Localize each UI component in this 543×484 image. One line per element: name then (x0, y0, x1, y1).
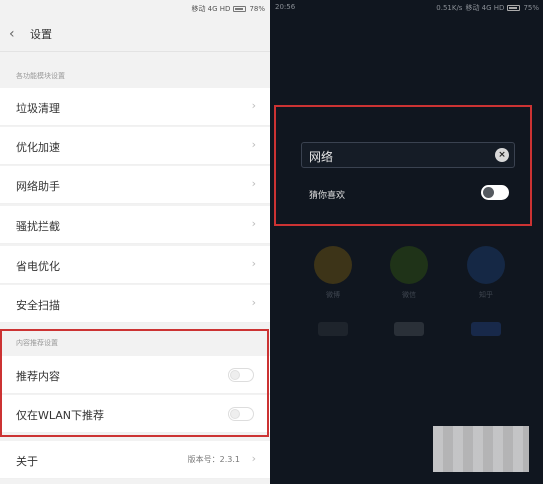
app-icon[interactable] (394, 322, 424, 336)
settings-item-label: 省电优化 (16, 260, 60, 273)
chevron-right-icon: › (251, 99, 256, 112)
mosaic-watermark (433, 426, 529, 472)
zhihu-icon[interactable] (467, 246, 505, 284)
header-bar: ‹ 设置 (0, 16, 270, 52)
app-icon[interactable] (318, 322, 348, 336)
settings-item-power[interactable]: 省电优化 › (0, 246, 270, 284)
chevron-right-icon: › (251, 177, 256, 190)
app-label: 微博 (326, 291, 340, 299)
settings-item-network[interactable]: 网络助手 › (0, 166, 270, 204)
settings-item-scan[interactable]: 安全扫描 › (0, 285, 270, 323)
time-text: 20:56 (275, 3, 296, 11)
settings-item-about[interactable]: 关于 版本号：2.3.1 › (0, 441, 270, 479)
chevron-right-icon: › (251, 452, 256, 465)
battery-text: 75% (523, 4, 539, 12)
guess-toggle[interactable] (481, 185, 509, 200)
settings-item-speedup[interactable]: 优化加速 › (0, 127, 270, 165)
settings-item-label: 安全扫描 (16, 299, 60, 312)
chevron-right-icon: › (251, 257, 256, 270)
settings-item-block[interactable]: 骚扰拦截 › (0, 206, 270, 244)
section-label-modules: 各功能模块设置 (16, 72, 65, 80)
wechat-icon[interactable] (390, 246, 428, 284)
search-value: 网络 (309, 150, 334, 164)
battery-icon (233, 6, 247, 12)
about-label: 关于 (16, 455, 38, 468)
chevron-right-icon: › (251, 138, 256, 151)
weibo-icon[interactable] (314, 246, 352, 284)
carrier-text: 移动 4G HD (191, 5, 231, 13)
settings-item-label: 骚扰拦截 (16, 220, 60, 233)
settings-item-label: 垃圾清理 (16, 102, 60, 115)
clear-icon[interactable]: × (495, 148, 509, 162)
search-screen: 20:56 0.51K/s 移动 4G HD 75% 微博 微信 知乎 (270, 0, 543, 484)
app-label: 微信 (402, 291, 416, 299)
settings-item-cleanup[interactable]: 垃圾清理 › (0, 88, 270, 126)
battery-text: 78% (249, 5, 265, 13)
chevron-right-icon: › (251, 217, 256, 230)
battery-icon (507, 5, 521, 11)
highlight-box (0, 329, 269, 437)
guess-label: 猜你喜欢 (309, 191, 346, 201)
settings-item-label: 网络助手 (16, 180, 60, 193)
app-grid: 微博 微信 知乎 (270, 240, 543, 340)
version-text: 版本号：2.3.1 (187, 455, 240, 464)
back-icon[interactable]: ‹ (9, 26, 23, 42)
status-bar-dark: 20:56 0.51K/s 移动 4G HD 75% (270, 0, 543, 14)
page-title: 设置 (30, 28, 52, 41)
carrier-text: 移动 4G HD (465, 4, 505, 12)
search-input[interactable]: 网络 × (301, 142, 515, 168)
chevron-right-icon: › (251, 296, 256, 309)
toggle-knob (483, 187, 494, 198)
app-label: 知乎 (479, 291, 493, 299)
settings-item-label: 优化加速 (16, 141, 60, 154)
status-bar: 移动 4G HD 78% (0, 0, 270, 16)
speed-text: 0.51K/s (436, 4, 463, 12)
app-icon[interactable] (471, 322, 501, 336)
